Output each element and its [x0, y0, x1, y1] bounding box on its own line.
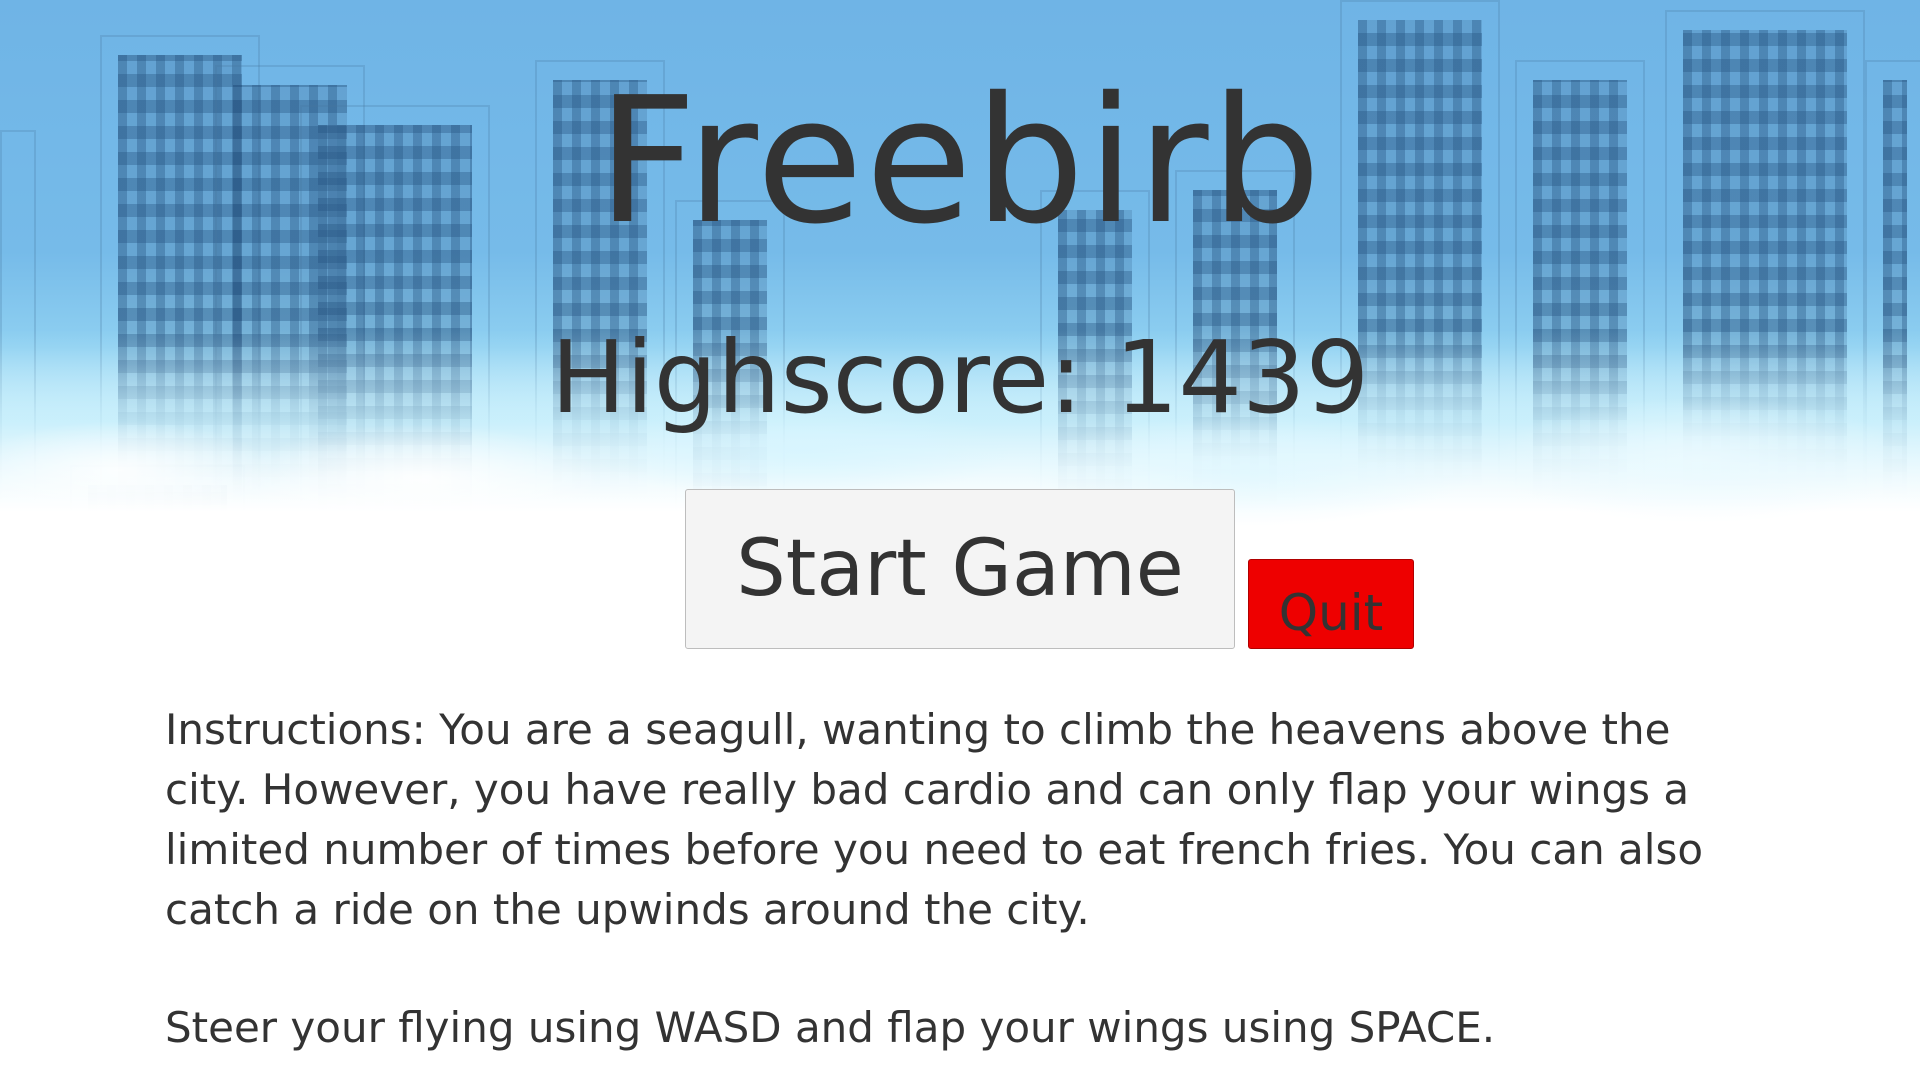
quit-button[interactable]: Quit [1248, 559, 1414, 649]
controls-text: Steer your flying using WASD and flap yo… [165, 1003, 1496, 1052]
highscore-text: Highscore: 1439 [550, 319, 1370, 436]
game-title: Freebirb [596, 60, 1324, 263]
start-game-button[interactable]: Start Game [685, 489, 1235, 649]
instructions-text: Instructions: You are a seagull, wanting… [165, 705, 1704, 934]
